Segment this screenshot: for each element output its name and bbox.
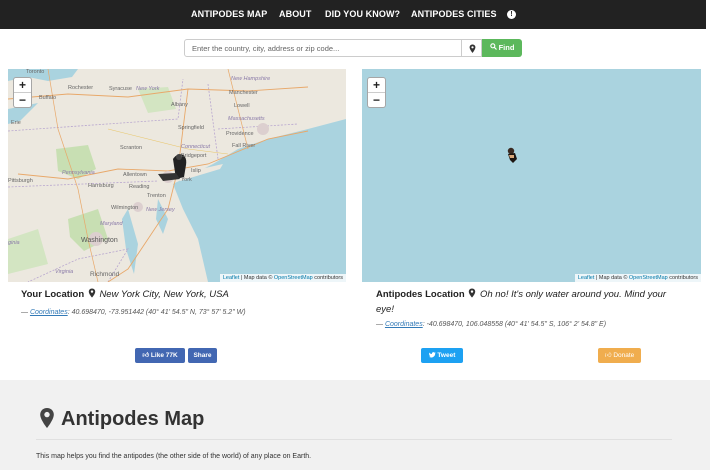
antipodes-location-place: Oh no! It's only water around you. Mind … (479, 289, 667, 300)
map-label: Islip (191, 168, 201, 174)
map-label: Fall River (232, 143, 256, 149)
map-label: Bridgeport (181, 153, 207, 159)
donate-label: Donate (613, 352, 635, 359)
facebook-like-button[interactable]: 👍︎ Like 77K (135, 348, 185, 363)
map-label: Richmond (90, 271, 120, 278)
about-title: Antipodes Map (61, 408, 205, 430)
map-left-terrain (8, 69, 346, 282)
nav-antipodes-map[interactable]: ANTIPODES MAP (191, 0, 267, 29)
locate-button[interactable] (461, 39, 482, 57)
nav-did-you-know[interactable]: DID YOU KNOW? (325, 0, 400, 29)
find-button[interactable]: Find (482, 39, 522, 57)
map-label: Syracuse (109, 86, 132, 92)
attribution-text: | Map data © (594, 275, 629, 281)
map-label: Providence (226, 131, 254, 137)
map-label: Buffalo (39, 95, 57, 101)
zoom-control: + − (13, 77, 32, 108)
map-label: Virginia (55, 269, 74, 275)
map-label: New York (136, 86, 160, 92)
map-label: Erie (11, 120, 21, 126)
antipodes-marker-icon (507, 147, 517, 163)
zoom-in-button[interactable]: + (14, 78, 31, 93)
search-icon (489, 39, 497, 57)
your-location-coordinates: — Coordinates: 40.698470, -73.951442 (40… (21, 309, 246, 316)
map-marker-icon (469, 288, 476, 298)
nav-antipodes-cities[interactable]: ANTIPODES CITIES (411, 0, 497, 29)
your-location-place: New York City, New York, USA (99, 289, 229, 300)
map-attribution: Leaflet | Map data © OpenStreetMap contr… (219, 274, 346, 282)
attribution-suffix: contributors (312, 275, 343, 281)
thumbs-up-icon: 👍︎ (604, 352, 612, 359)
coords-prefix: — (376, 321, 385, 328)
antipodes-location-heading: Antipodes Location Oh no! It's only wate… (376, 287, 696, 317)
donate-button[interactable]: 👍︎ Donate (598, 348, 641, 363)
coords-prefix: — (21, 309, 30, 316)
zoom-in-button[interactable]: + (368, 78, 385, 93)
map-marker-icon (40, 408, 54, 428)
map-label: Connecticut (181, 144, 211, 150)
thumbs-up-icon: 👍︎ (142, 352, 150, 359)
leaflet-link[interactable]: Leaflet (578, 275, 595, 281)
map-label: Washington (81, 237, 118, 244)
antipodes-location-coordinates: — Coordinates: -40.698470, 106.048558 (4… (376, 321, 606, 328)
map-label: Reading (129, 184, 150, 190)
info-circle-icon[interactable]: ! (507, 10, 516, 19)
map-label: Rochester (68, 85, 94, 91)
attribution-suffix: contributors (667, 275, 698, 281)
map-label: Harrisburg (88, 183, 114, 189)
your-location-map[interactable]: Toronto Rochester Syracuse New York New … (8, 69, 346, 282)
map-label: New Jersey (146, 207, 175, 213)
osm-link[interactable]: OpenStreetMap (274, 275, 313, 281)
your-location-heading: Your Location New York City, New York, U… (21, 287, 229, 302)
about-divider (36, 439, 672, 440)
top-navbar: ANTIPODES MAP ABOUT DID YOU KNOW? ANTIPO… (0, 0, 706, 29)
tweet-button[interactable]: Tweet (421, 348, 463, 363)
map-label: Pennsylvania (62, 170, 95, 176)
map-label: Springfield (178, 125, 204, 131)
map-marker-icon (469, 44, 476, 53)
map-label: Trenton (147, 193, 166, 199)
zoom-out-button[interactable]: − (368, 93, 385, 108)
coordinates-link[interactable]: Coordinates (30, 309, 68, 316)
osm-link[interactable]: OpenStreetMap (629, 275, 668, 281)
map-attribution: Leaflet | Map data © OpenStreetMap contr… (574, 274, 701, 282)
leaflet-link[interactable]: Leaflet (223, 275, 240, 281)
map-label: Scranton (120, 145, 143, 151)
map-label: Toronto (26, 69, 45, 75)
map-label: Albany (171, 102, 188, 108)
map-label: Maryland (100, 221, 123, 227)
search-input[interactable] (184, 39, 462, 57)
attribution-text: | Map data © (239, 275, 274, 281)
tweet-label: Tweet (437, 352, 456, 359)
antipodes-location-place-cont: eye! (376, 304, 394, 315)
map-label: York (181, 177, 192, 183)
your-location-label: Your Location (21, 289, 85, 300)
zoom-out-button[interactable]: − (14, 93, 31, 108)
about-description: This map helps you find the antipodes (t… (36, 453, 312, 460)
coords-value: : -40.698470, 106.048558 (40° 41' 54.5" … (422, 321, 607, 328)
coords-value: : 40.698470, -73.951442 (40° 41' 54.5" N… (67, 309, 246, 316)
map-label: New Hampshire (231, 76, 271, 82)
map-label: Manchester (229, 90, 258, 96)
map-label: ginia (8, 240, 20, 246)
map-label: Lowell (234, 103, 250, 109)
like-label: Like 77K (150, 352, 178, 359)
map-label: Wilmington (111, 205, 139, 211)
twitter-bird-icon (428, 351, 436, 357)
map-label: Massachusetts (228, 116, 265, 122)
nav-about[interactable]: ABOUT (279, 0, 312, 29)
zoom-control: + − (367, 77, 386, 108)
map-label: Pittsburgh (8, 178, 33, 184)
antipodes-location-label: Antipodes Location (376, 289, 465, 300)
facebook-share-button[interactable]: Share (188, 348, 217, 363)
coordinates-link[interactable]: Coordinates (385, 321, 423, 328)
share-label: Share (193, 352, 212, 359)
map-label: Allentown (123, 172, 147, 178)
antipodes-map[interactable]: + − Leaflet | Map data © OpenStreetMap c… (362, 69, 701, 282)
map-marker-icon (88, 288, 95, 298)
find-label: Find (498, 43, 515, 52)
